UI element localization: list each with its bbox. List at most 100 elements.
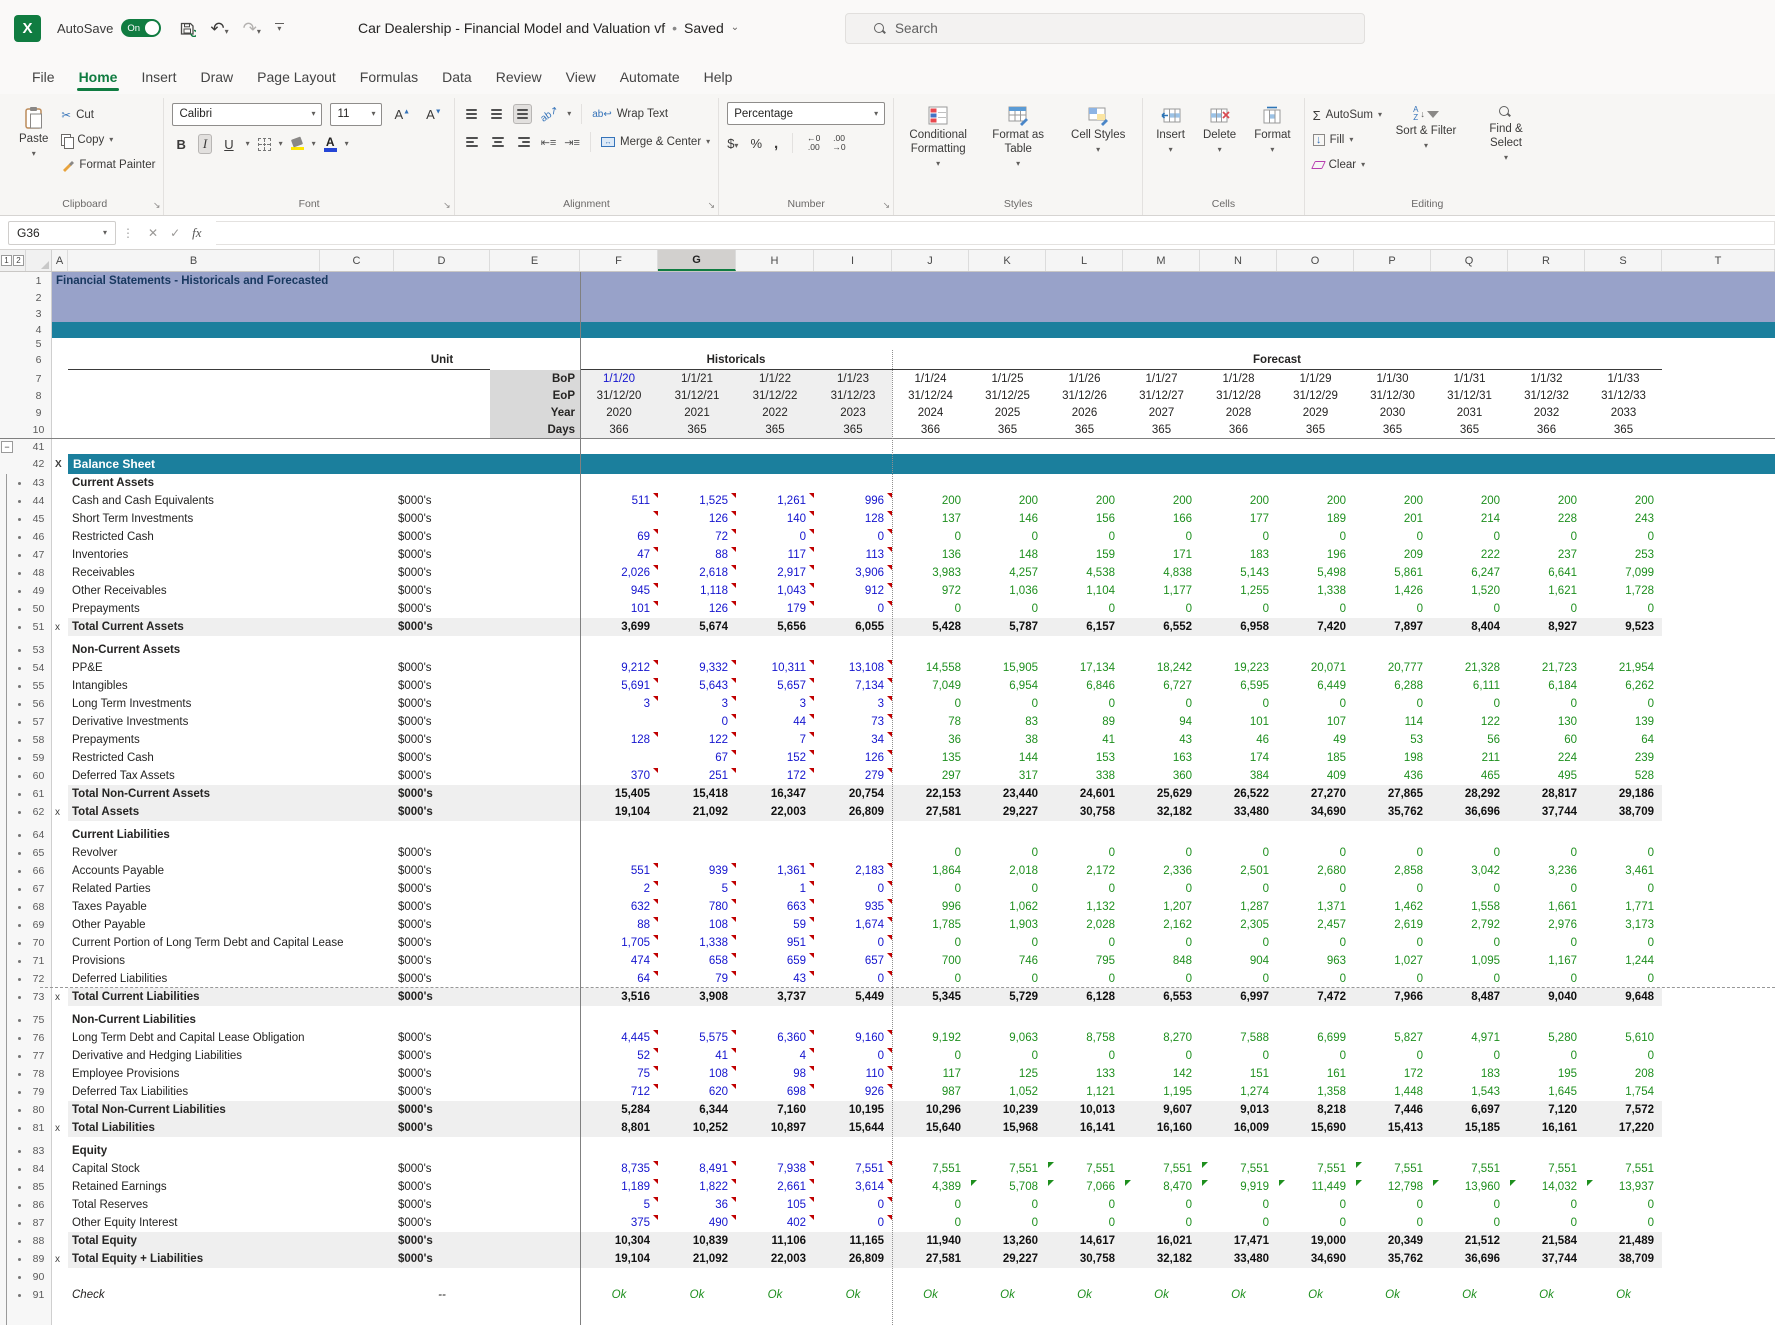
cell-E55[interactable]	[490, 677, 580, 695]
cell-J85[interactable]: 4,389	[892, 1178, 969, 1196]
col-header-B[interactable]: B	[68, 250, 320, 271]
cell-C46[interactable]	[320, 528, 394, 546]
cell-I88[interactable]: 11,165	[814, 1232, 892, 1250]
cell-N60[interactable]: 384	[1200, 767, 1277, 785]
cell-F85[interactable]: 1,189	[580, 1178, 658, 1196]
cell-P86[interactable]: 0	[1354, 1196, 1431, 1214]
cell-A81[interactable]: x	[52, 1119, 68, 1137]
cell-T47[interactable]	[1662, 546, 1775, 564]
cell-J56[interactable]: 0	[892, 695, 969, 713]
cell-Q60[interactable]: 465	[1431, 767, 1508, 785]
cell-N80[interactable]: 9,013	[1200, 1101, 1277, 1119]
outline-collapse-button[interactable]: −	[1, 441, 13, 453]
cell-G77[interactable]: 41	[658, 1047, 736, 1065]
cell-P9[interactable]: 2030	[1354, 404, 1431, 421]
cell-O65[interactable]: 0	[1277, 844, 1354, 862]
cell-P62[interactable]: 35,762	[1354, 803, 1431, 821]
cell-C78[interactable]	[320, 1065, 394, 1083]
outline-level-2-button[interactable]: 2	[13, 255, 24, 266]
cell-I85[interactable]: 3,614	[814, 1178, 892, 1196]
cell-G46[interactable]: 72	[658, 528, 736, 546]
cell-L44[interactable]: 200	[1046, 492, 1123, 510]
cell-S7[interactable]: 1/1/33	[1585, 370, 1662, 387]
cell-P46[interactable]: 0	[1354, 528, 1431, 546]
cell-O50[interactable]: 0	[1277, 600, 1354, 618]
cell-A49[interactable]	[52, 582, 68, 600]
cell-J10[interactable]: 366	[892, 421, 969, 438]
cell-C9[interactable]	[320, 404, 394, 421]
cell-E64[interactable]	[490, 826, 580, 844]
cell-C83[interactable]	[320, 1142, 394, 1160]
row-header-48[interactable]: 48	[26, 564, 52, 582]
cell-A10[interactable]	[52, 421, 68, 438]
cell-Q50[interactable]: 0	[1431, 600, 1508, 618]
cell-R62[interactable]: 37,744	[1508, 803, 1585, 821]
cell-A6[interactable]	[52, 350, 68, 370]
cell-styles-button[interactable]: Cell Styles▾	[1062, 102, 1134, 158]
cell-A42[interactable]: X	[52, 454, 68, 474]
cell-P51[interactable]: 7,897	[1354, 618, 1431, 636]
cell-E43[interactable]	[490, 474, 580, 492]
cell-R8[interactable]: 31/12/32	[1508, 387, 1585, 404]
cell-H48[interactable]: 2,917	[736, 564, 814, 582]
unit-71[interactable]: $000's	[394, 952, 490, 970]
row-header-53[interactable]: 53	[26, 641, 52, 659]
cell-H87[interactable]: 402	[736, 1214, 814, 1232]
cell-S85[interactable]: 13,937	[1585, 1178, 1662, 1196]
cell-T58[interactable]	[1662, 731, 1775, 749]
row-label-88[interactable]: Total Equity	[68, 1232, 320, 1250]
cell-G72[interactable]: 79	[658, 970, 736, 988]
cell-M81[interactable]: 16,160	[1123, 1119, 1200, 1137]
cell-K70[interactable]: 0	[969, 934, 1046, 952]
cell-F80[interactable]: 5,284	[580, 1101, 658, 1119]
menu-tab-help[interactable]: Help	[692, 61, 745, 94]
cell-C73[interactable]	[320, 988, 394, 1006]
cell-A84[interactable]	[52, 1160, 68, 1178]
cell-S56[interactable]: 0	[1585, 695, 1662, 713]
menu-tab-formulas[interactable]: Formulas	[348, 61, 430, 94]
cell-P58[interactable]: 53	[1354, 731, 1431, 749]
cell-B9[interactable]	[68, 404, 320, 421]
cell-T6[interactable]	[1662, 350, 1775, 370]
cell-K9[interactable]: 2025	[969, 404, 1046, 421]
redo-button[interactable]: ↷▾	[243, 20, 261, 37]
cell-Q80[interactable]: 6,697	[1431, 1101, 1508, 1119]
cell-H70[interactable]: 951	[736, 934, 814, 952]
cell-S87[interactable]: 0	[1585, 1214, 1662, 1232]
cell-T88[interactable]	[1662, 1232, 1775, 1250]
cell-P45[interactable]: 201	[1354, 510, 1431, 528]
cell-P81[interactable]: 15,413	[1354, 1119, 1431, 1137]
cell-A65[interactable]	[52, 844, 68, 862]
cell-K57[interactable]: 83	[969, 713, 1046, 731]
cell-T45[interactable]	[1662, 510, 1775, 528]
cell-Q89[interactable]: 36,696	[1431, 1250, 1508, 1268]
row-header-51[interactable]: 51	[26, 618, 52, 636]
cell-R44[interactable]: 200	[1508, 492, 1585, 510]
cell-L77[interactable]: 0	[1046, 1047, 1123, 1065]
menu-tab-home[interactable]: Home	[67, 61, 130, 94]
unit-80[interactable]: $000's	[394, 1101, 490, 1119]
cell-D9[interactable]	[394, 404, 490, 421]
row-label-76[interactable]: Long Term Debt and Capital Lease Obligat…	[68, 1029, 320, 1047]
cell-L65[interactable]: 0	[1046, 844, 1123, 862]
row-header-5[interactable]: 5	[26, 338, 52, 350]
alignment-dialog-launcher[interactable]: ↘	[708, 201, 716, 210]
cell-E86[interactable]	[490, 1196, 580, 1214]
unit-91[interactable]: --	[394, 1286, 490, 1304]
cell-H88[interactable]: 11,106	[736, 1232, 814, 1250]
cell-P85[interactable]: 12,798	[1354, 1178, 1431, 1196]
cell-R71[interactable]: 1,167	[1508, 952, 1585, 970]
col-header-D[interactable]: D	[394, 250, 490, 271]
cell-A69[interactable]	[52, 916, 68, 934]
cell-K71[interactable]: 746	[969, 952, 1046, 970]
unit-76[interactable]: $000's	[394, 1029, 490, 1047]
row-header-69[interactable]: 69	[26, 916, 52, 934]
cell-E80[interactable]	[490, 1101, 580, 1119]
cell-Q66[interactable]: 3,042	[1431, 862, 1508, 880]
cell-P76[interactable]: 5,827	[1354, 1029, 1431, 1047]
cell-I45[interactable]: 128	[814, 510, 892, 528]
cell-N86[interactable]: 0	[1200, 1196, 1277, 1214]
cell-N85[interactable]: 9,919	[1200, 1178, 1277, 1196]
cell-Q67[interactable]: 0	[1431, 880, 1508, 898]
insert-cells-button[interactable]: Insert▾	[1151, 102, 1190, 158]
